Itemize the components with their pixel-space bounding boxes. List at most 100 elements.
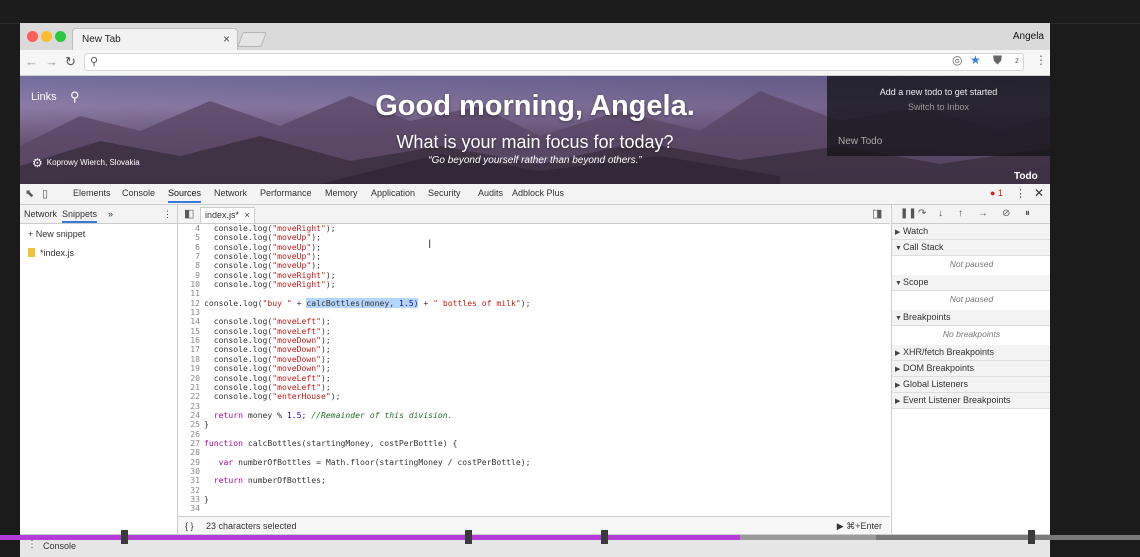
back-icon[interactable]: ← bbox=[25, 54, 38, 69]
tab-title: New Tab bbox=[82, 34, 121, 45]
debugger-section-xhr-fetch-breakpoints[interactable]: ▶ XHR/fetch Breakpoints bbox=[892, 345, 1050, 361]
photo-location: ⚙ Koprowy Wierch, Slovakia bbox=[32, 156, 140, 170]
run-snippet-button[interactable]: ▶ ⌘+Enter bbox=[837, 521, 882, 532]
code-line: 12 console.log("buy " + calcBottles(money… bbox=[178, 297, 890, 308]
editor-file-close-icon[interactable]: × bbox=[245, 210, 250, 220]
chapter-marker[interactable] bbox=[121, 530, 128, 544]
address-bar[interactable]: ⚲ bbox=[84, 53, 1024, 71]
devtools-tab-security[interactable]: Security bbox=[428, 188, 461, 198]
debugger-toolbar: ❚❚ ↷ ↓ ↑ → ⊘ ⏸ bbox=[892, 205, 1050, 224]
inspect-element-icon[interactable]: ⬉ bbox=[25, 187, 34, 200]
extension-z-icon[interactable]: z bbox=[1015, 56, 1019, 65]
editor-tab-bar: ◧ index.js* × ◨ bbox=[178, 205, 890, 224]
collapsed-arrow-icon: ▶ bbox=[895, 398, 901, 405]
devtools-tab-memory[interactable]: Memory bbox=[325, 188, 358, 198]
debugger-sidebar: ❚❚ ↷ ↓ ↑ → ⊘ ⏸ ▶ Watch ▼Call Stack Not paus… bbox=[891, 205, 1050, 534]
expanded-arrow-icon: ▼ bbox=[895, 280, 902, 287]
file-icon bbox=[28, 248, 35, 257]
debugger-section-breakpoints[interactable]: ▼Breakpoints bbox=[892, 310, 1050, 326]
devtools-menu-icon[interactable]: ⋮ bbox=[1015, 187, 1026, 200]
code-line: 10 console.log("moveRight"); bbox=[178, 279, 890, 290]
debugger-section-label: DOM Breakpoints bbox=[903, 363, 975, 373]
browser-toolbar: ← → ↻ ⚲ ◎ ★ ⛊ z ⋮ bbox=[20, 50, 1050, 76]
devtools-tab-audits[interactable]: Audits bbox=[478, 188, 503, 198]
debugger-section-event-listener-breakpoints[interactable]: ▶ Event Listener Breakpoints bbox=[892, 393, 1050, 409]
devtools-tab-console[interactable]: Console bbox=[122, 188, 155, 198]
bookmark-star-icon[interactable]: ★ bbox=[970, 53, 981, 67]
navigator-tab-snippets[interactable]: Snippets bbox=[62, 209, 98, 223]
code-editor[interactable]: ◧ index.js* × ◨ 4 console.log("moveRight… bbox=[178, 205, 890, 535]
new-snippet-button[interactable]: + New snippet bbox=[28, 229, 85, 239]
debugger-section-call-stack[interactable]: ▼Call Stack bbox=[892, 240, 1050, 256]
pretty-print-button[interactable]: { } bbox=[185, 521, 194, 531]
navigator-menu-icon[interactable]: ⋮ bbox=[163, 209, 172, 220]
line-number[interactable]: 6 bbox=[178, 242, 204, 252]
drawer-menu-icon[interactable]: ⋮ bbox=[27, 539, 37, 550]
pause-icon[interactable]: ❚❚ bbox=[900, 208, 917, 219]
close-window-button[interactable] bbox=[27, 31, 38, 42]
debugger-section-scope[interactable]: ▼Scope bbox=[892, 275, 1050, 291]
minimize-window-button[interactable] bbox=[41, 31, 52, 42]
drawer-tab-console[interactable]: Console bbox=[43, 541, 76, 551]
snippet-file-item[interactable]: *index.js bbox=[28, 248, 74, 258]
location-icon[interactable]: ◎ bbox=[952, 53, 962, 67]
step-over-icon[interactable]: ↷ bbox=[918, 208, 926, 219]
toggle-navigator-icon[interactable]: ◧ bbox=[184, 207, 194, 220]
devtools-tab-adblock-plus[interactable]: Adblock Plus bbox=[512, 188, 564, 198]
chapter-marker[interactable] bbox=[601, 530, 608, 544]
devtools-tab-network[interactable]: Network bbox=[214, 188, 247, 198]
editor-file-name: index.js* bbox=[205, 210, 240, 220]
extension-icon[interactable]: ⛊ bbox=[993, 53, 1002, 68]
browser-tab[interactable]: New Tab × bbox=[72, 28, 238, 50]
devtools-tab-sources[interactable]: Sources bbox=[168, 188, 202, 203]
new-tab-button[interactable] bbox=[237, 32, 267, 47]
devtools-tab-elements[interactable]: Elements bbox=[73, 188, 111, 198]
debugger-section-dom-breakpoints[interactable]: ▶ DOM Breakpoints bbox=[892, 361, 1050, 377]
code-text: var numberOfBottles = Math.floor(startin… bbox=[218, 456, 531, 467]
device-toolbar-icon[interactable]: ▯ bbox=[42, 187, 48, 200]
devtools-close-icon[interactable]: ✕ bbox=[1034, 186, 1044, 200]
error-counter[interactable]: ● 1 bbox=[990, 188, 1003, 198]
line-number[interactable]: 34 bbox=[178, 503, 204, 513]
code-line: 24 return money % 1.5; //Remainder of th… bbox=[178, 410, 890, 420]
line-number[interactable]: 5 bbox=[178, 232, 204, 242]
switch-to-inbox-link[interactable]: Switch to Inbox bbox=[827, 102, 1050, 112]
navigator-more-icon[interactable]: » bbox=[108, 209, 113, 219]
debugger-section-label: Breakpoints bbox=[903, 312, 951, 322]
step-icon[interactable]: → bbox=[978, 208, 988, 219]
code-line: 29 var numberOfBottles = Math.floor(star… bbox=[178, 456, 890, 467]
chapter-marker[interactable] bbox=[465, 530, 472, 544]
debugger-section-global-listeners[interactable]: ▶ Global Listeners bbox=[892, 377, 1050, 393]
navigator-tab-network[interactable]: Network bbox=[24, 209, 57, 219]
editor-file-tab[interactable]: index.js* × bbox=[200, 207, 255, 223]
line-number[interactable]: 7 bbox=[178, 251, 204, 261]
profile-name[interactable]: Angela bbox=[1013, 31, 1044, 42]
search-icon: ⚲ bbox=[90, 56, 99, 68]
devtools-tab-performance[interactable]: Performance bbox=[260, 188, 312, 198]
menu-kebab-icon[interactable]: ⋮ bbox=[1035, 53, 1047, 67]
navigator-tabs: Network Snippets » ⋮ bbox=[20, 205, 177, 224]
browser-window: New Tab × Angela ← → ↻ ⚲ ◎ ★ ⛊ z ⋮ Links… bbox=[20, 23, 1050, 557]
tab-close-icon[interactable]: × bbox=[223, 32, 230, 46]
new-todo-input[interactable]: New Todo bbox=[838, 136, 882, 147]
code-text: console.log("moveRight"); bbox=[204, 279, 336, 290]
new-tab-hero: Links ⚲ Good morning, Angela. What is yo… bbox=[20, 76, 1050, 184]
toggle-debugger-icon[interactable]: ◨ bbox=[872, 207, 882, 220]
code-line: 27 function calcBottles(startingMoney, co… bbox=[178, 438, 890, 448]
line-number[interactable]: 4 bbox=[178, 223, 204, 233]
todo-toggle[interactable]: Todo bbox=[1014, 171, 1038, 182]
chapter-marker[interactable] bbox=[1028, 530, 1035, 544]
collapsed-arrow-icon: ▶ bbox=[895, 229, 901, 236]
step-out-icon[interactable]: ↑ bbox=[958, 208, 963, 219]
debugger-section-watch[interactable]: ▶ Watch bbox=[892, 224, 1050, 240]
pause-on-exceptions-icon[interactable]: ⏸ bbox=[1025, 208, 1030, 219]
reload-icon[interactable]: ↻ bbox=[65, 54, 76, 70]
maximize-window-button[interactable] bbox=[55, 31, 66, 42]
devtools-tab-application[interactable]: Application bbox=[371, 188, 415, 198]
deactivate-breakpoints-icon[interactable]: ⊘ bbox=[1002, 208, 1010, 219]
step-into-icon[interactable]: ↓ bbox=[938, 208, 943, 219]
expanded-arrow-icon: ▼ bbox=[895, 315, 902, 322]
forward-icon[interactable]: → bbox=[45, 54, 58, 69]
settings-gear-icon[interactable]: ⚙ bbox=[32, 156, 43, 170]
line-number[interactable]: 8 bbox=[178, 261, 204, 271]
